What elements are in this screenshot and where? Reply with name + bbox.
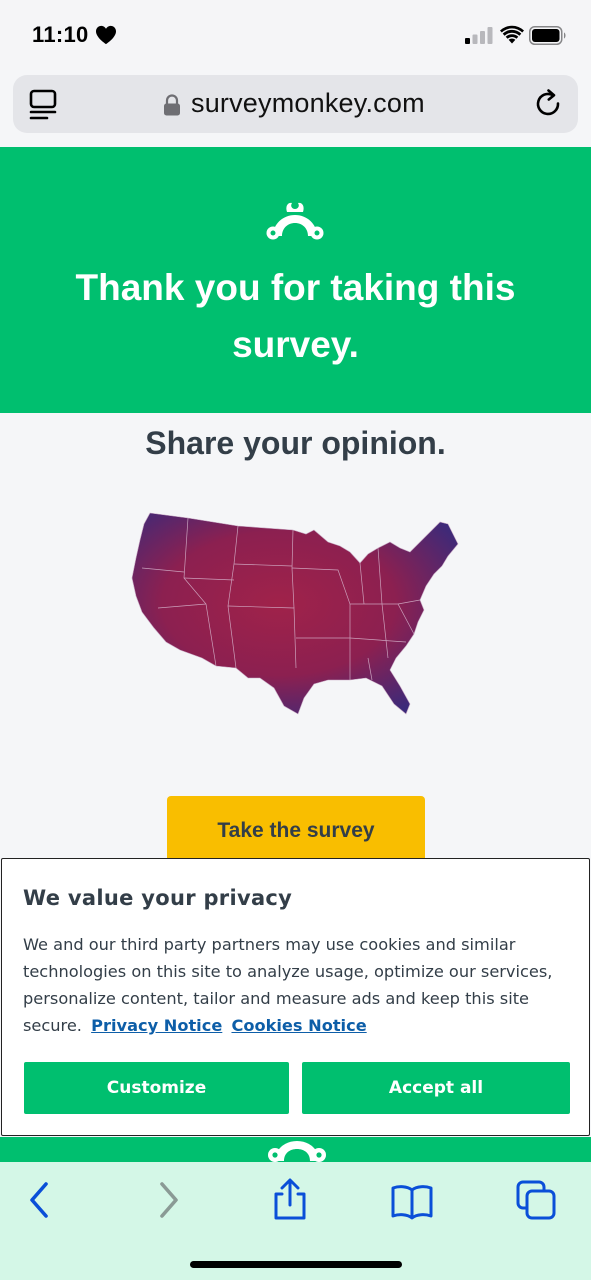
surveymonkey-logo [266, 202, 324, 240]
customize-button[interactable]: Customize [24, 1062, 289, 1114]
share-heading: Share your opinion. [145, 425, 446, 461]
accept-all-button[interactable]: Accept all [302, 1062, 570, 1114]
home-indicator [190, 1261, 402, 1268]
cookies-notice-link[interactable]: Cookies Notice [231, 1016, 366, 1035]
take-survey-button[interactable]: Take the survey [167, 796, 425, 866]
screen: 11:10 surveymonkey.com Thank you for tak… [0, 0, 591, 1280]
cellular-signal-icon [465, 27, 493, 44]
url-text[interactable]: surveymonkey.com [191, 88, 425, 119]
heart-icon [96, 25, 116, 45]
status-time: 11:10 [32, 22, 89, 47]
reload-icon[interactable] [533, 88, 565, 120]
us-map-image [131, 512, 459, 715]
forward-icon[interactable] [146, 1178, 190, 1222]
status-bar: 11:10 [0, 0, 591, 70]
page-title: Thank you for taking this survey. [75, 267, 516, 365]
cookie-banner-text: We and our third party partners may use … [23, 931, 571, 1039]
wifi-icon [500, 25, 524, 44]
surveymonkey-footer-logo-icon [268, 1141, 326, 1162]
thank-you-hero: Thank you for taking this survey. [0, 147, 591, 413]
battery-icon [529, 26, 566, 45]
tabs-icon[interactable] [514, 1178, 558, 1222]
lock-icon [164, 94, 180, 116]
bookmarks-icon[interactable] [390, 1178, 434, 1222]
privacy-notice-link[interactable]: Privacy Notice [91, 1016, 222, 1035]
reader-mode-icon[interactable] [29, 89, 59, 121]
address-bar[interactable]: surveymonkey.com [13, 75, 578, 133]
cookie-consent-banner: We value your privacy We and our third p… [1, 858, 590, 1136]
share-icon[interactable] [268, 1178, 312, 1222]
cookie-banner-title: We value your privacy [23, 886, 293, 910]
back-icon[interactable] [18, 1178, 62, 1222]
